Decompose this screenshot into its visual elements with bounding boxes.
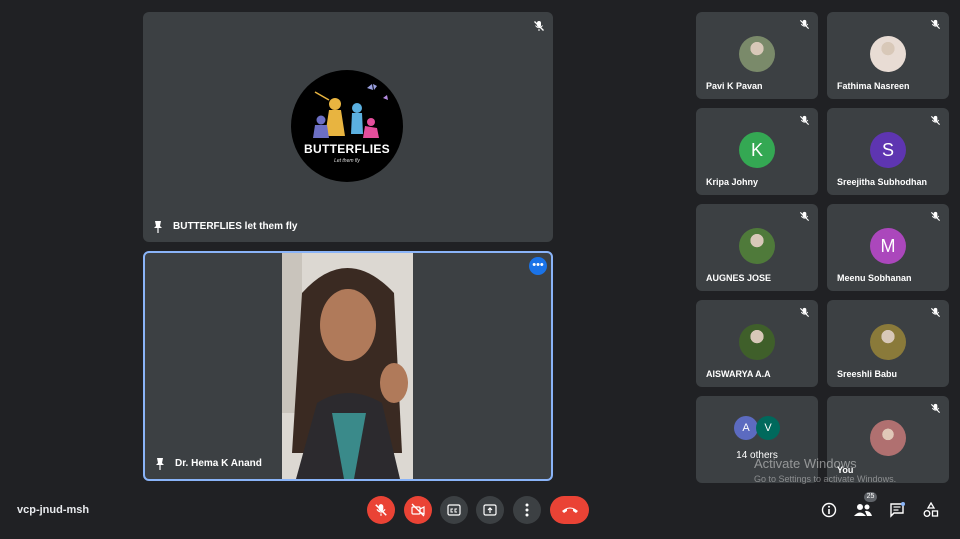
more-options-button[interactable]: •••: [529, 257, 547, 275]
avatar: [870, 36, 906, 72]
pin-icon[interactable]: [155, 458, 165, 470]
logo-title: BUTTERFLIES: [304, 142, 390, 156]
mic-off-icon: [799, 19, 810, 30]
meeting-details-button[interactable]: [820, 501, 838, 519]
windows-watermark-subtitle: Go to Settings to activate Windows.: [754, 474, 897, 484]
speaker-video: [282, 253, 413, 479]
participant-name: Fathima Nasreen: [837, 81, 910, 91]
microphone-button[interactable]: [367, 496, 395, 524]
activities-button[interactable]: [922, 501, 940, 519]
avatar: A: [734, 416, 758, 440]
butterflies-logo: BUTTERFLIES Let them fly: [291, 70, 403, 182]
presentation-name: BUTTERFLIES let them fly: [173, 221, 298, 232]
participant-name: AUGNES JOSE: [706, 273, 772, 283]
participant-tile[interactable]: AUGNES JOSE: [696, 204, 818, 291]
speaker-illustration: [282, 253, 413, 479]
meeting-code: vcp-jnud-msh: [17, 504, 90, 516]
mic-off-icon: [799, 115, 810, 126]
avatar: [870, 324, 906, 360]
speaker-name: Dr. Hema K Anand: [175, 458, 262, 469]
speaker-tile[interactable]: ••• Dr. Hema K Anand: [143, 251, 553, 481]
camera-off-icon: [411, 503, 425, 517]
leave-call-button[interactable]: [550, 496, 589, 524]
phone-hangup-icon: [561, 507, 578, 513]
participant-tile[interactable]: Pavi K Pavan: [696, 12, 818, 99]
info-icon: [821, 502, 837, 518]
participant-tile[interactable]: K Kripa Johny: [696, 108, 818, 195]
activities-icon: [923, 502, 939, 517]
participant-tile[interactable]: Sreeshli Babu: [827, 300, 949, 387]
mic-off-icon: [930, 211, 941, 222]
more-vert-icon: [525, 503, 529, 517]
presentation-tile[interactable]: BUTTERFLIES Let them fly BUTTERFLIES let…: [143, 12, 553, 242]
avatar: [739, 228, 775, 264]
avatar: M: [870, 228, 906, 264]
participant-name: Sreeshli Babu: [837, 369, 898, 379]
participant-name: Pavi K Pavan: [706, 81, 763, 91]
participant-tile[interactable]: M Meenu Sobhanan: [827, 204, 949, 291]
participant-tile[interactable]: S Sreejitha Subhodhan: [827, 108, 949, 195]
chat-button[interactable]: [888, 501, 906, 519]
mic-off-icon: [799, 211, 810, 222]
participant-name: Meenu Sobhanan: [837, 273, 912, 283]
mic-off-icon: [534, 21, 544, 31]
camera-button[interactable]: [404, 496, 432, 524]
people-icon: [854, 504, 872, 516]
mic-off-icon: [930, 115, 941, 126]
mic-off-icon: [799, 307, 810, 318]
participant-name: AISWARYA A.A: [706, 369, 771, 379]
children-illustration: [313, 84, 388, 138]
chat-icon: [890, 502, 905, 518]
pin-icon[interactable]: [153, 221, 163, 233]
avatar: V: [756, 416, 780, 440]
participant-tile[interactable]: Fathima Nasreen: [827, 12, 949, 99]
more-options-button[interactable]: [513, 496, 541, 524]
mic-off-icon: [375, 504, 387, 516]
participant-count-badge: 25: [864, 492, 877, 502]
avatar: [870, 420, 906, 456]
captions-icon: [447, 504, 461, 516]
present-button[interactable]: [476, 496, 504, 524]
avatar: K: [739, 132, 775, 168]
participant-name: Kripa Johny: [706, 177, 759, 187]
mic-off-icon: [930, 307, 941, 318]
people-button[interactable]: [854, 501, 872, 519]
avatar: [739, 36, 775, 72]
avatar: S: [870, 132, 906, 168]
captions-button[interactable]: [440, 496, 468, 524]
logo-subtitle: Let them fly: [334, 158, 360, 164]
windows-watermark-title: Activate Windows: [754, 456, 857, 471]
present-screen-icon: [483, 504, 497, 516]
avatar: [739, 324, 775, 360]
mic-off-icon: [930, 403, 941, 414]
mic-off-icon: [930, 19, 941, 30]
participant-name: Sreejitha Subhodhan: [837, 177, 928, 187]
participant-tile[interactable]: AISWARYA A.A: [696, 300, 818, 387]
